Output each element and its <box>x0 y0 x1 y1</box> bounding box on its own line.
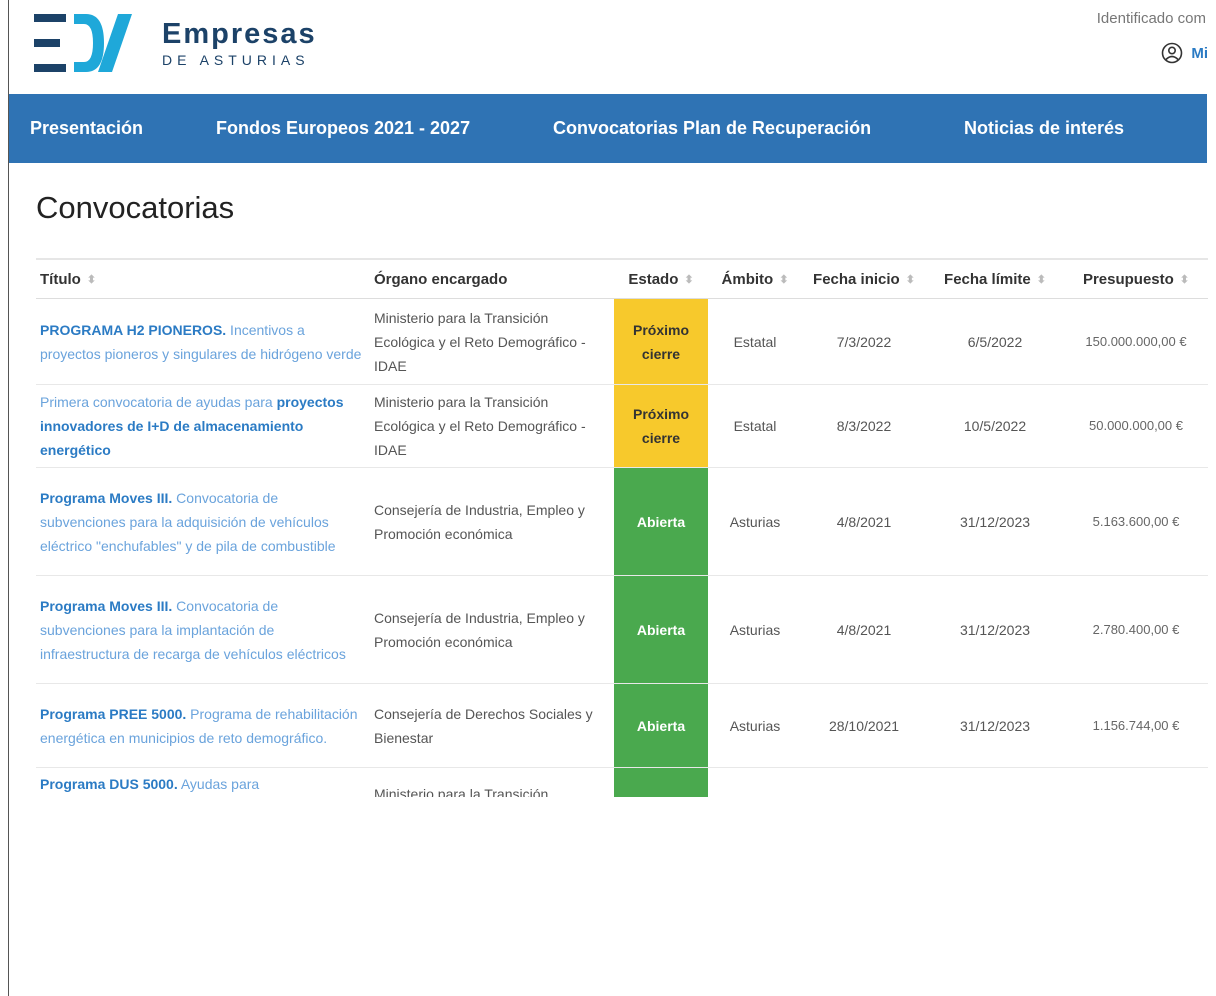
row-fecha-limite: 31/12/2023 <box>926 683 1064 768</box>
row-presupuesto <box>1064 767 1208 797</box>
nav-item-presentacion[interactable]: Presentación <box>30 94 143 163</box>
row-fecha-inicio: 7/3/2022 <box>802 298 926 385</box>
user-menu-label: Mi <box>1191 44 1208 62</box>
status-badge: Abierta <box>614 467 708 576</box>
status-badge <box>614 767 708 797</box>
column-header-fecha-limite[interactable]: Fecha límite ⬍ <box>926 260 1064 299</box>
column-header-fecha-inicio[interactable]: Fecha inicio ⬍ <box>802 260 926 299</box>
column-header-label: Fecha inicio <box>813 270 900 288</box>
title-text: Ayudas para <box>177 776 260 792</box>
convocatorias-table: Título ⬍ Órgano encargado Estado ⬍ Ámbito ⬍… <box>36 260 1208 797</box>
title-highlight: Programa Moves III. <box>40 489 173 506</box>
column-header-organo: Órgano encargado <box>370 260 614 299</box>
nav-item-noticias[interactable]: Noticias de interés <box>964 94 1124 163</box>
logo-subtitle: DE ASTURIAS <box>162 52 310 68</box>
row-title-link[interactable]: Primera convocatoria de ayudas para proy… <box>36 384 370 468</box>
page-title: Convocatorias <box>36 190 235 225</box>
column-header-titulo[interactable]: Título ⬍ <box>36 260 370 299</box>
row-fecha-inicio <box>802 767 926 797</box>
logo-title: Empresas <box>162 18 317 50</box>
row-organo: Ministerio para la Transición <box>370 767 614 797</box>
nav-item-fondos-europeos[interactable]: Fondos Europeos 2021 - 2027 <box>216 94 470 163</box>
sort-arrows-icon[interactable]: ⬍ <box>1180 273 1189 286</box>
column-header-estado[interactable]: Estado ⬍ <box>614 260 708 299</box>
row-ambito: Asturias <box>708 683 802 768</box>
row-ambito: Asturias <box>708 467 802 576</box>
status-badge: Próximo cierre <box>614 298 708 385</box>
row-fecha-limite: 31/12/2023 <box>926 575 1064 684</box>
column-header-presupuesto[interactable]: Presupuesto ⬍ <box>1064 260 1208 299</box>
row-fecha-inicio: 4/8/2021 <box>802 467 926 576</box>
table-row[interactable]: Programa Moves III. Convocatoria de subv… <box>36 467 1208 576</box>
row-presupuesto: 2.780.400,00 € <box>1064 575 1208 684</box>
row-presupuesto: 50.000.000,00 € <box>1064 384 1208 468</box>
title-text: Primera convocatoria de ayudas para <box>40 394 277 410</box>
row-fecha-limite <box>926 767 1064 797</box>
sort-arrows-icon[interactable]: ⬍ <box>906 273 915 286</box>
title-highlight: Programa PREE 5000. <box>40 705 187 722</box>
table-row[interactable]: Programa Moves III. Convocatoria de subv… <box>36 575 1208 684</box>
column-header-label: Órgano encargado <box>374 270 508 288</box>
sort-arrows-icon[interactable]: ⬍ <box>684 273 693 286</box>
table-header-row: Título ⬍ Órgano encargado Estado ⬍ Ámbito ⬍… <box>36 260 1208 299</box>
row-ambito: Estatal <box>708 384 802 468</box>
row-fecha-limite: 31/12/2023 <box>926 467 1064 576</box>
row-fecha-inicio: 28/10/2021 <box>802 683 926 768</box>
column-header-label: Fecha límite <box>944 270 1031 288</box>
row-organo: Ministerio para la Transición Ecológica … <box>370 384 614 468</box>
row-presupuesto: 1.156.744,00 € <box>1064 683 1208 768</box>
row-ambito <box>708 767 802 797</box>
row-organo: Consejería de Industria, Empleo y Promoc… <box>370 467 614 576</box>
column-header-label: Título <box>40 270 81 288</box>
row-fecha-limite: 10/5/2022 <box>926 384 1064 468</box>
row-ambito: Estatal <box>708 298 802 385</box>
table-row[interactable]: Primera convocatoria de ayudas para proy… <box>36 384 1208 468</box>
row-organo: Consejería de Industria, Empleo y Promoc… <box>370 575 614 684</box>
nav-item-convocatorias-plan[interactable]: Convocatorias Plan de Recuperación <box>553 94 871 163</box>
main-navigation: Presentación Fondos Europeos 2021 - 2027… <box>9 94 1207 163</box>
table-row[interactable]: Programa PREE 5000. Programa de rehabili… <box>36 683 1208 768</box>
row-fecha-limite: 6/5/2022 <box>926 298 1064 385</box>
user-circle-icon <box>1162 42 1183 64</box>
sort-arrows-icon[interactable]: ⬍ <box>779 273 788 286</box>
row-title-link[interactable]: Programa Moves III. Convocatoria de subv… <box>36 575 370 684</box>
status-badge: Abierta <box>614 683 708 768</box>
table-row[interactable]: Programa DUS 5000. Ayudas para Ministeri… <box>36 767 1208 797</box>
convocatorias-table-container: Título ⬍ Órgano encargado Estado ⬍ Ámbito ⬍… <box>36 258 1208 797</box>
row-presupuesto: 5.163.600,00 € <box>1064 467 1208 576</box>
identified-text: Identificado com <box>1096 10 1206 27</box>
status-badge: Próximo cierre <box>614 384 708 468</box>
row-title-link[interactable]: PROGRAMA H2 PIONEROS. Incentivos a proye… <box>36 298 370 385</box>
title-highlight: Programa DUS 5000. <box>40 776 178 792</box>
row-organo: Ministerio para la Transición Ecológica … <box>370 298 614 385</box>
sort-arrows-icon[interactable]: ⬍ <box>87 273 96 286</box>
sort-arrows-icon[interactable]: ⬍ <box>1037 273 1046 286</box>
row-title-link[interactable]: Programa Moves III. Convocatoria de subv… <box>36 467 370 576</box>
row-title-link[interactable]: Programa PREE 5000. Programa de rehabili… <box>36 683 370 768</box>
column-header-label: Presupuesto <box>1082 270 1174 288</box>
user-menu-link[interactable]: Mi <box>1161 42 1208 64</box>
column-header-label: Ámbito <box>721 270 774 288</box>
row-title-link[interactable]: Programa DUS 5000. Ayudas para <box>36 767 370 797</box>
row-presupuesto: 150.000.000,00 € <box>1064 298 1208 385</box>
site-logo[interactable]: Empresas DE ASTURIAS <box>34 12 334 74</box>
status-badge: Abierta <box>614 575 708 684</box>
title-highlight: PROGRAMA H2 PIONEROS. <box>40 321 227 338</box>
row-fecha-inicio: 8/3/2022 <box>802 384 926 468</box>
column-header-ambito[interactable]: Ámbito ⬍ <box>708 260 802 299</box>
row-fecha-inicio: 4/8/2021 <box>802 575 926 684</box>
table-row[interactable]: PROGRAMA H2 PIONEROS. Incentivos a proye… <box>36 298 1208 385</box>
row-organo: Consejería de Derechos Sociales y Bienes… <box>370 683 614 768</box>
title-highlight: Programa Moves III. <box>40 597 173 614</box>
row-ambito: Asturias <box>708 575 802 684</box>
logo-mark-icon <box>34 14 132 72</box>
column-header-label: Estado <box>628 270 679 288</box>
